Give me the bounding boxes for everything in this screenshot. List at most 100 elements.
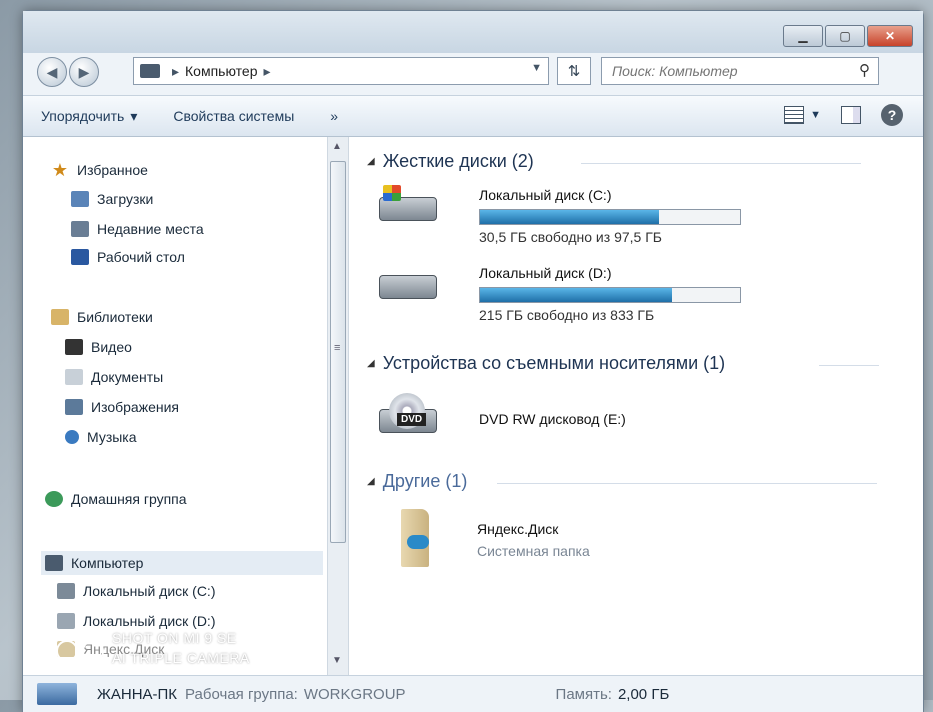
watermark-ring-icon bbox=[56, 640, 78, 662]
navigation-pane: ★ Избранное Загрузки Недавние места Рабо… bbox=[23, 137, 327, 711]
item-type: Системная папка bbox=[477, 543, 590, 559]
camera-watermark: SHOT ON MI 9 SE AI TRIPLE CAMERA bbox=[112, 630, 250, 666]
command-bar: Упорядочить ▾ Свойства системы » ▼ ? bbox=[23, 95, 923, 137]
group-divider bbox=[819, 365, 879, 366]
collapse-triangle-icon: ◢ bbox=[367, 476, 375, 487]
explorer-window: ▁ ▢ ✕ ◀ ▶ ▸ Компьютер ▸ ▼ ⇅ ⚲ Упорядочит… bbox=[22, 10, 924, 712]
libraries-icon bbox=[51, 309, 69, 325]
drive-name: Локальный диск (C:) bbox=[479, 187, 612, 203]
watermark-dot-icon bbox=[30, 640, 52, 662]
scroll-down-icon[interactable]: ▼ bbox=[332, 655, 342, 666]
nav-item-drive-d[interactable]: Локальный диск (D:) bbox=[57, 613, 216, 629]
windows-logo-icon bbox=[383, 185, 401, 201]
dvd-drive-icon: DVD bbox=[375, 393, 439, 439]
nav-favorites[interactable]: ★ Избранное bbox=[51, 161, 148, 179]
hard-drive-icon bbox=[375, 265, 439, 305]
computer-icon bbox=[37, 683, 77, 705]
system-properties-label: Свойства системы bbox=[173, 108, 295, 124]
organize-label: Упорядочить bbox=[41, 108, 125, 124]
nav-scrollbar[interactable]: ▲ ≡ ▼ bbox=[327, 137, 349, 711]
homegroup-icon bbox=[45, 491, 63, 507]
watermark-line2: AI TRIPLE CAMERA bbox=[112, 650, 250, 666]
nav-item-pictures[interactable]: Изображения bbox=[65, 399, 179, 415]
nav-item-label: Локальный диск (C:) bbox=[83, 583, 216, 599]
breadcrumb-separator-icon: ▸ bbox=[172, 62, 180, 79]
group-title: Другие (1) bbox=[382, 471, 468, 491]
nav-item-desktop[interactable]: Рабочий стол bbox=[71, 249, 185, 265]
nav-homegroup[interactable]: Домашняя группа bbox=[45, 491, 187, 507]
view-dropdown-icon[interactable]: ▼ bbox=[810, 109, 821, 121]
drive-free-space: 30,5 ГБ свободно из 97,5 ГБ bbox=[479, 229, 662, 245]
more-label: » bbox=[330, 108, 339, 124]
nav-computer-label: Компьютер bbox=[71, 555, 144, 571]
nav-item-label: Изображения bbox=[91, 399, 179, 415]
content-pane: ◢ Жесткие диски (2) Локальный диск (C:) … bbox=[349, 137, 923, 711]
drive-c[interactable]: Локальный диск (C:) 30,5 ГБ свободно из … bbox=[375, 185, 741, 245]
search-input[interactable] bbox=[610, 62, 850, 80]
back-button[interactable]: ◀ bbox=[37, 57, 67, 87]
nav-item-music[interactable]: Музыка bbox=[65, 429, 137, 445]
drive-usage-fill bbox=[480, 210, 660, 224]
close-button[interactable]: ✕ bbox=[867, 25, 913, 47]
drive-d[interactable]: Локальный диск (D:) 215 ГБ свободно из 8… bbox=[375, 265, 741, 323]
drive-dvd[interactable]: DVD DVD RW дисковод (E:) bbox=[375, 393, 626, 439]
watermark-ring-icon bbox=[82, 640, 104, 662]
maximize-button[interactable]: ▢ bbox=[825, 25, 865, 47]
address-dropdown-icon[interactable]: ▼ bbox=[531, 62, 542, 74]
nav-item-video[interactable]: Видео bbox=[65, 339, 132, 355]
minimize-button[interactable]: ▁ bbox=[783, 25, 823, 47]
more-commands-button[interactable]: » bbox=[312, 108, 356, 124]
nav-item-drive-c[interactable]: Локальный диск (C:) bbox=[57, 583, 216, 599]
nav-libraries[interactable]: Библиотеки bbox=[51, 309, 153, 325]
nav-item-label: Рабочий стол bbox=[97, 249, 185, 265]
group-removable[interactable]: ◢ Устройства со съемными носителями (1) bbox=[367, 353, 725, 374]
yandex-folder-icon bbox=[389, 509, 453, 569]
item-name: Яндекс.Диск bbox=[477, 521, 559, 537]
organize-button[interactable]: Упорядочить ▾ bbox=[23, 108, 155, 125]
nav-item-label: Музыка bbox=[87, 429, 137, 445]
drive-icon bbox=[57, 583, 75, 599]
scroll-up-icon[interactable]: ▲ bbox=[332, 141, 342, 152]
nav-item-downloads[interactable]: Загрузки bbox=[71, 191, 153, 207]
drive-name: Локальный диск (D:) bbox=[479, 265, 612, 281]
search-icon[interactable]: ⚲ bbox=[859, 61, 870, 79]
nav-item-label: Загрузки bbox=[97, 191, 154, 207]
details-pane: ЖАННА-ПК Рабочая группа: WORKGROUP Памят… bbox=[23, 675, 923, 712]
preview-pane-icon[interactable] bbox=[841, 106, 861, 124]
change-view-icon[interactable] bbox=[784, 106, 805, 124]
documents-icon bbox=[65, 369, 83, 385]
nav-item-label: Недавние места bbox=[97, 221, 204, 237]
nav-item-documents[interactable]: Документы bbox=[65, 369, 163, 385]
computer-icon bbox=[45, 555, 63, 571]
navigation-row: ◀ ▶ ▸ Компьютер ▸ ▼ ⇅ ⚲ bbox=[37, 55, 913, 89]
nav-item-recent[interactable]: Недавние места bbox=[71, 221, 204, 237]
downloads-folder-icon bbox=[71, 191, 89, 207]
music-icon bbox=[65, 430, 79, 444]
group-divider bbox=[497, 483, 877, 484]
address-bar[interactable]: ▸ Компьютер ▸ ▼ bbox=[133, 57, 549, 85]
video-icon bbox=[65, 339, 83, 355]
search-box[interactable]: ⚲ bbox=[601, 57, 879, 85]
nav-item-label: Видео bbox=[91, 339, 132, 355]
computer-icon bbox=[140, 64, 160, 78]
forward-button[interactable]: ▶ bbox=[69, 57, 99, 87]
refresh-button[interactable]: ⇅ bbox=[557, 57, 591, 85]
scroll-thumb[interactable]: ≡ bbox=[330, 161, 346, 543]
help-icon[interactable]: ? bbox=[881, 104, 903, 126]
camera-watermark-dots bbox=[30, 640, 104, 662]
system-properties-button[interactable]: Свойства системы bbox=[155, 108, 312, 124]
drive-free-space: 215 ГБ свободно из 833 ГБ bbox=[479, 307, 655, 323]
group-other[interactable]: ◢ Другие (1) bbox=[367, 471, 467, 492]
collapse-triangle-icon: ◢ bbox=[367, 358, 375, 369]
nav-computer[interactable]: Компьютер bbox=[41, 551, 323, 575]
recent-places-icon bbox=[71, 221, 89, 237]
yandex-disk-item[interactable]: Яндекс.Диск Системная папка bbox=[389, 509, 590, 569]
grip-icon: ≡ bbox=[334, 342, 341, 354]
watermark-line1: SHOT ON MI 9 SE bbox=[112, 630, 237, 646]
breadcrumb-location[interactable]: Компьютер bbox=[185, 63, 257, 79]
star-icon: ★ bbox=[51, 160, 69, 180]
drive-usage-fill bbox=[480, 288, 673, 302]
group-title: Жесткие диски (2) bbox=[382, 151, 534, 171]
pictures-icon bbox=[65, 399, 83, 415]
group-hard-disks[interactable]: ◢ Жесткие диски (2) bbox=[367, 151, 534, 172]
